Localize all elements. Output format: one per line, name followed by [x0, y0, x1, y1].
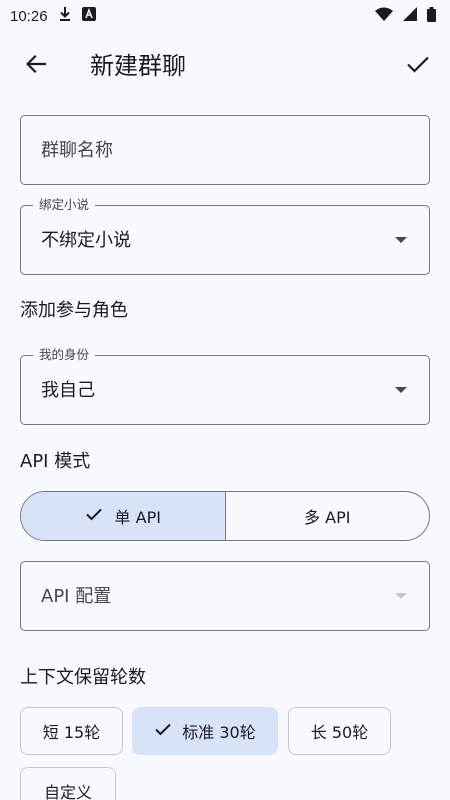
download-icon [58, 6, 72, 26]
back-button[interactable] [14, 44, 58, 88]
single-api-segment[interactable]: 单 API [21, 492, 225, 540]
api-mode-title: API 模式 [20, 451, 91, 472]
add-roles-title: 添加参与角色 [20, 300, 128, 321]
status-bar: 10:26 [0, 0, 450, 32]
my-identity-dropdown[interactable]: 我的身份 我自己 [20, 347, 430, 425]
dropdown-arrow-icon [395, 237, 407, 243]
chip-custom-label: 自定义 [43, 783, 92, 800]
my-identity-value: 我自己 [41, 380, 95, 401]
group-name-placeholder: 群聊名称 [41, 140, 113, 161]
check-icon [85, 505, 103, 527]
battery-icon [427, 6, 436, 26]
chip-short[interactable]: 短 15轮 [20, 707, 123, 755]
chip-long[interactable]: 长 50轮 [288, 707, 391, 755]
confirm-button[interactable] [396, 44, 440, 88]
chip-short-label: 短 15轮 [42, 723, 101, 742]
api-config-placeholder: API 配置 [41, 586, 112, 607]
api-config-dropdown[interactable]: API 配置 [20, 561, 430, 631]
status-time: 10:26 [10, 7, 48, 25]
wifi-icon [375, 7, 393, 25]
chip-long-label: 长 50轮 [310, 723, 369, 742]
single-api-label: 单 API [114, 508, 161, 527]
app-bar: 新建群聊 [0, 32, 450, 100]
page-title: 新建群聊 [90, 52, 186, 80]
signal-icon [403, 7, 417, 25]
dropdown-arrow-icon [395, 387, 407, 393]
multi-api-segment[interactable]: 多 API [224, 492, 430, 540]
chip-standard-label: 标准 30轮 [182, 723, 256, 742]
chip-custom[interactable]: 自定义 [20, 767, 116, 800]
context-rounds-title: 上下文保留轮数 [20, 667, 146, 688]
arrow-left-icon [24, 52, 48, 80]
bind-novel-dropdown[interactable]: 绑定小说 不绑定小说 [20, 197, 430, 275]
multi-api-label: 多 API [304, 508, 351, 527]
chip-standard[interactable]: 标准 30轮 [132, 707, 278, 755]
bind-novel-value: 不绑定小说 [41, 230, 131, 251]
group-name-field[interactable]: 群聊名称 [20, 115, 430, 185]
check-icon [405, 51, 431, 81]
check-icon [154, 720, 172, 742]
dropdown-arrow-icon [395, 593, 407, 599]
api-mode-segmented-control: 单 API 多 API [20, 491, 430, 541]
app-notification-icon [81, 7, 96, 25]
